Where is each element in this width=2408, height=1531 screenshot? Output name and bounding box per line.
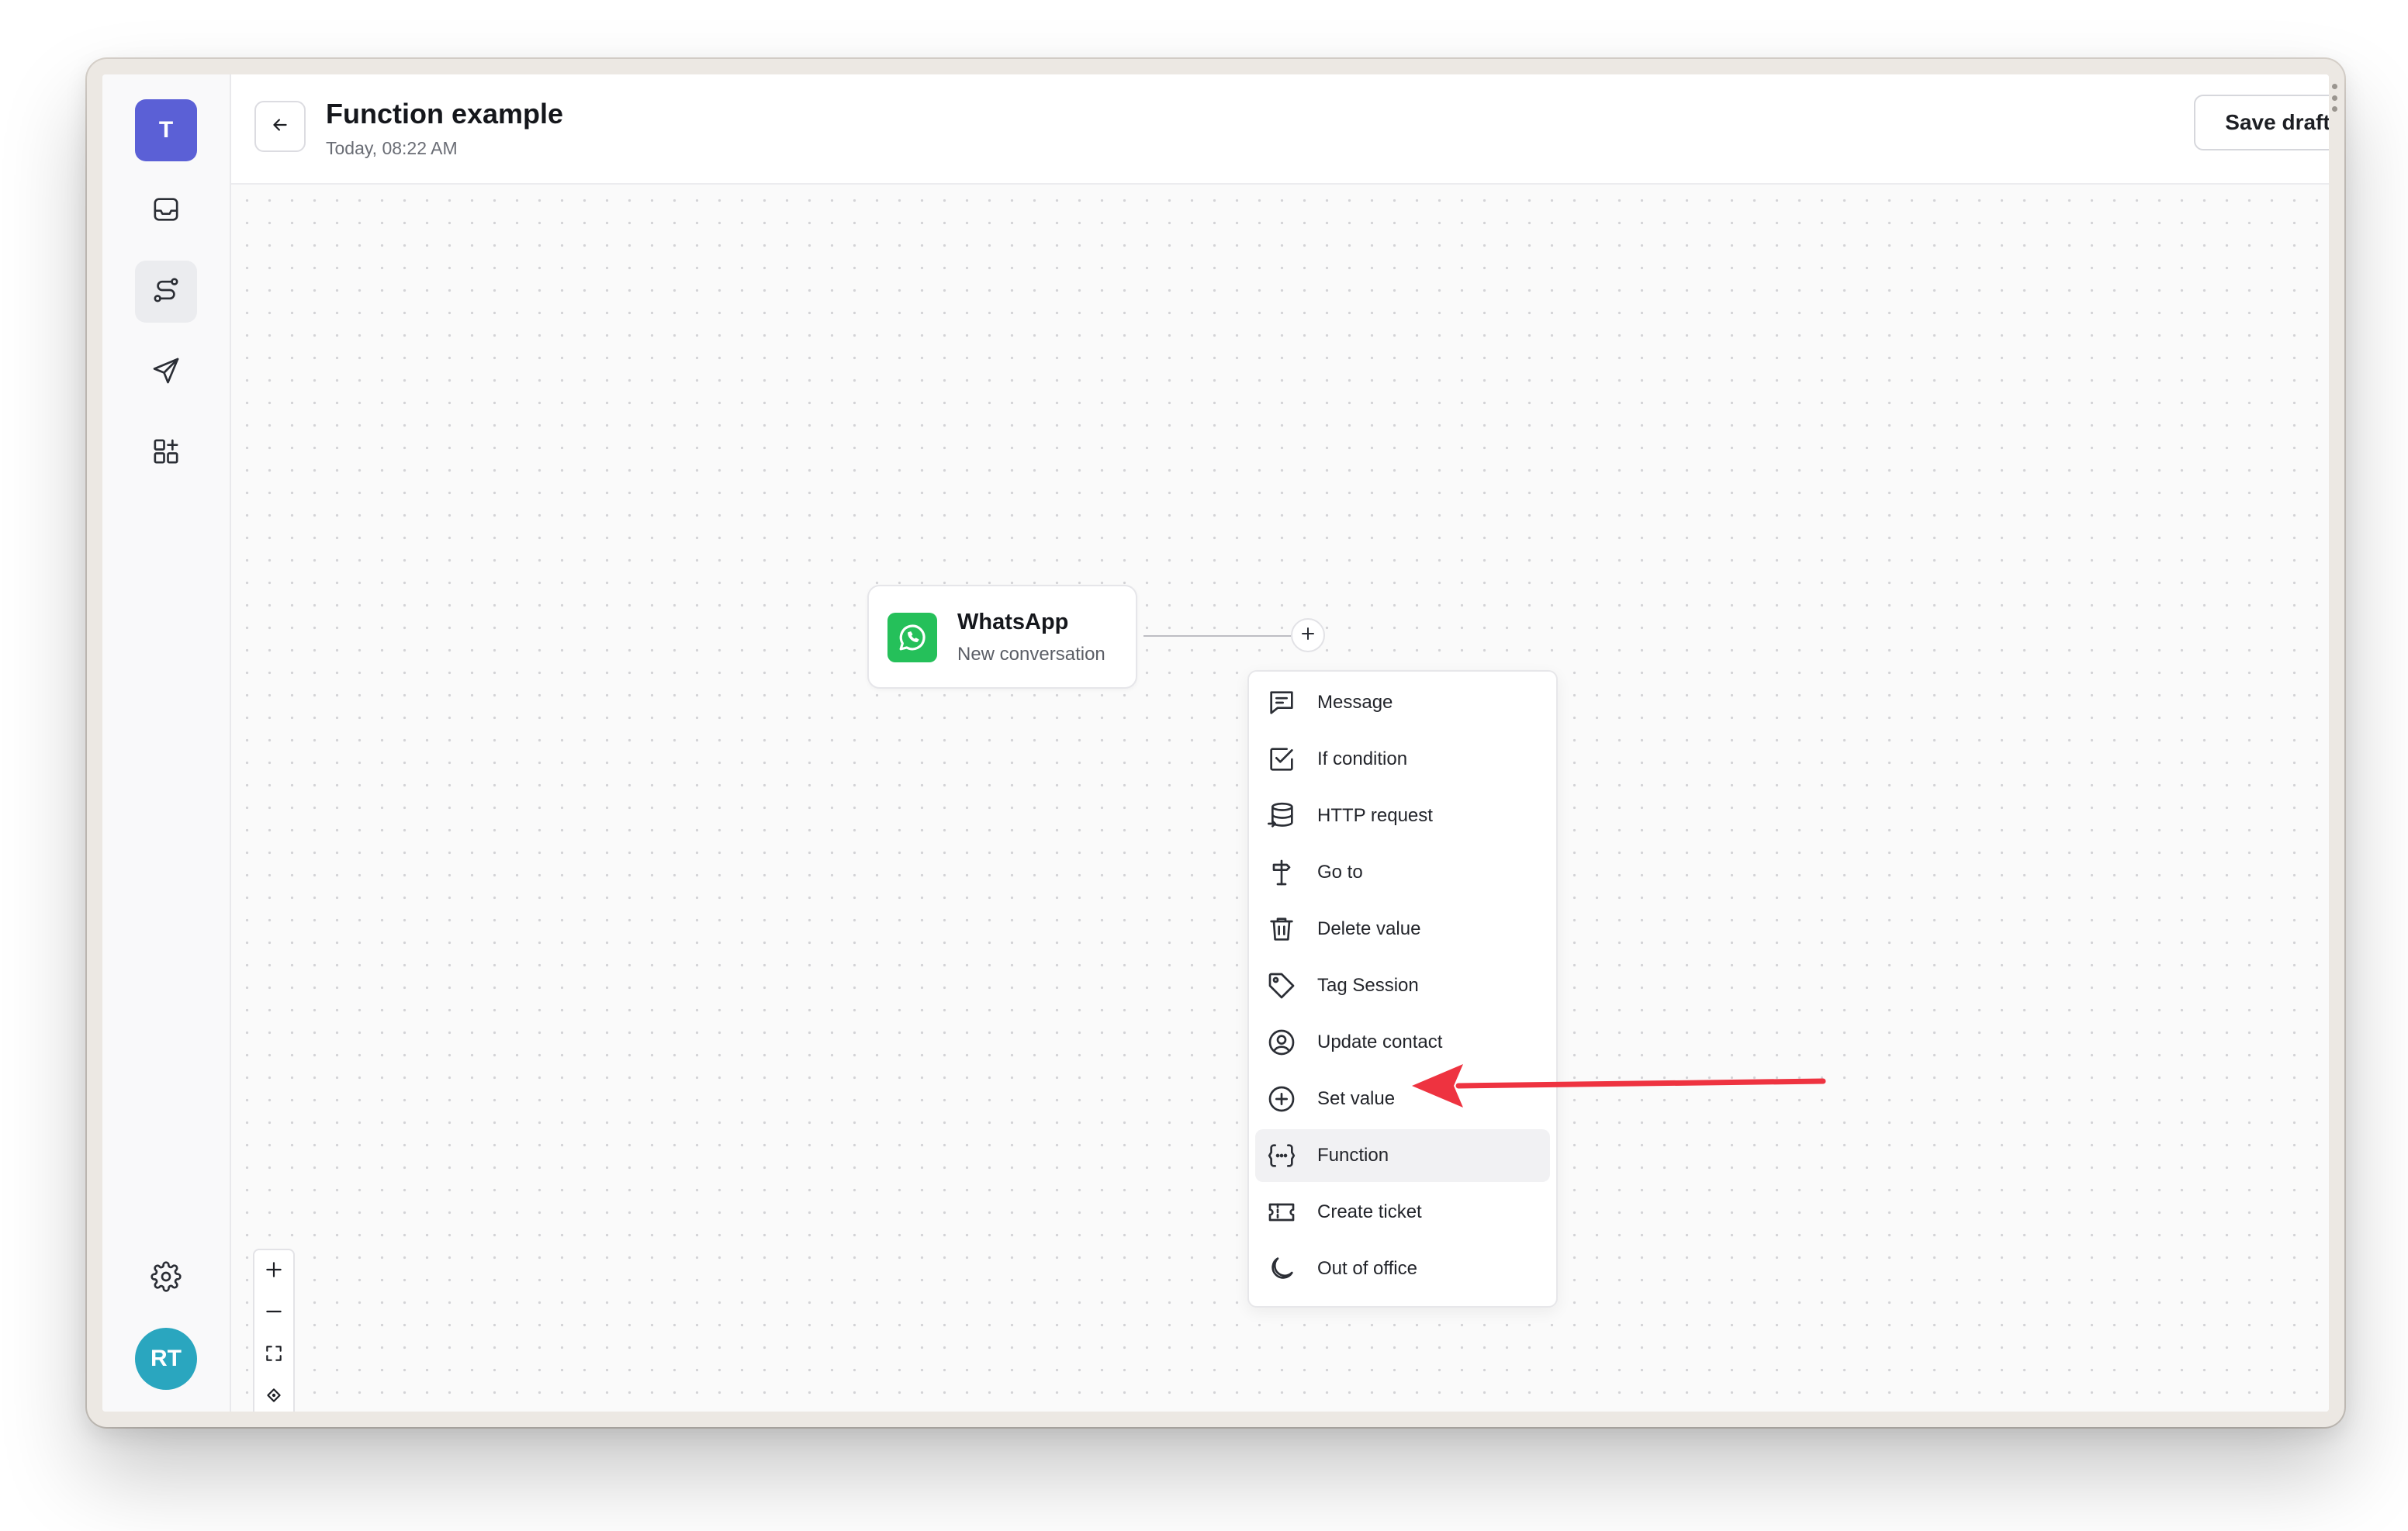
sidebar-item-inbox[interactable]: [135, 180, 197, 242]
gear-icon: [150, 1260, 182, 1296]
center-icon: [264, 1385, 284, 1409]
zoom-out-button[interactable]: [254, 1292, 293, 1334]
node-title: WhatsApp: [957, 610, 1069, 634]
menu-item-label: Out of office: [1317, 1258, 1417, 1279]
menu-item-go-to[interactable]: Go to: [1255, 846, 1550, 899]
menu-item-label: Tag Session: [1317, 975, 1419, 996]
zoom-in-button[interactable]: [254, 1250, 293, 1292]
menu-item-update-contact[interactable]: Update contact: [1255, 1016, 1550, 1069]
user-circle-icon: [1266, 1027, 1297, 1058]
zoom-in-icon: [264, 1260, 284, 1284]
window-resize-handle[interactable]: [2331, 84, 2337, 112]
menu-item-message[interactable]: Message: [1255, 676, 1550, 729]
back-button[interactable]: [254, 101, 306, 152]
menu-item-label: Create ticket: [1317, 1201, 1422, 1222]
zoom-out-icon: [264, 1301, 284, 1325]
trigger-node[interactable]: WhatsApp New conversation: [867, 585, 1137, 689]
fit-view-button[interactable]: [254, 1334, 293, 1376]
plus-icon: [1299, 624, 1317, 647]
database-icon: [1266, 800, 1297, 831]
send-icon: [150, 355, 182, 390]
zoom-controls: [253, 1249, 295, 1412]
plus-circle-icon: [1266, 1083, 1297, 1115]
page-title: Function example: [326, 98, 564, 130]
moon-icon: [1266, 1253, 1297, 1284]
sidebar-item-flows[interactable]: [135, 261, 197, 323]
menu-item-label: Delete value: [1317, 918, 1421, 939]
workspace-badge[interactable]: T: [135, 99, 197, 161]
save-draft-button[interactable]: Save draft: [2194, 95, 2329, 150]
add-step-menu: Message If condition HTTP request Go to …: [1247, 670, 1558, 1308]
menu-item-http-request[interactable]: HTTP request: [1255, 790, 1550, 842]
menu-item-label: If condition: [1317, 748, 1408, 769]
sidebar-item-campaigns[interactable]: [135, 341, 197, 403]
inbox-icon: [150, 194, 182, 229]
user-avatar[interactable]: RT: [135, 1328, 197, 1390]
menu-item-label: Update contact: [1317, 1032, 1443, 1052]
signpost-icon: [1266, 857, 1297, 888]
sidebar: T RT: [102, 74, 231, 1412]
checkbox-icon: [1266, 744, 1297, 775]
flows-icon: [150, 275, 182, 309]
menu-item-function[interactable]: Function: [1255, 1129, 1550, 1182]
node-connector: [1143, 635, 1291, 637]
menu-item-delete-value[interactable]: Delete value: [1255, 903, 1550, 956]
tag-icon: [1266, 970, 1297, 1001]
message-icon: [1266, 687, 1297, 718]
menu-item-set-value[interactable]: Set value: [1255, 1073, 1550, 1125]
menu-item-label: Message: [1317, 692, 1393, 713]
ticket-icon: [1266, 1197, 1297, 1228]
menu-item-label: Go to: [1317, 862, 1363, 883]
page-timestamp: Today, 08:22 AM: [326, 138, 458, 158]
arrow-left-icon: [270, 115, 290, 139]
apps-icon: [150, 436, 182, 471]
menu-item-label: Set value: [1317, 1088, 1396, 1109]
flow-canvas[interactable]: WhatsApp New conversation Message If con…: [231, 185, 2329, 1412]
menu-item-tag-session[interactable]: Tag Session: [1255, 959, 1550, 1012]
whatsapp-icon: [887, 613, 937, 662]
braces-icon: [1266, 1140, 1297, 1171]
fit-view-icon: [264, 1343, 284, 1367]
settings-button[interactable]: [135, 1247, 197, 1309]
center-view-button[interactable]: [254, 1376, 293, 1412]
app-root: T RT Function example Today, 08:22 AM Sa…: [102, 74, 2329, 1412]
menu-item-label: HTTP request: [1317, 805, 1433, 826]
menu-item-label: Function: [1317, 1145, 1389, 1166]
node-subtitle: New conversation: [957, 644, 1105, 665]
sidebar-item-apps[interactable]: [135, 422, 197, 484]
trash-icon: [1266, 914, 1297, 945]
header: Function example Today, 08:22 AM Save dr…: [231, 74, 2329, 185]
menu-item-create-ticket[interactable]: Create ticket: [1255, 1186, 1550, 1239]
menu-item-out-of-office[interactable]: Out of office: [1255, 1242, 1550, 1295]
menu-item-if-condition[interactable]: If condition: [1255, 733, 1550, 786]
add-step-button[interactable]: [1291, 618, 1325, 652]
